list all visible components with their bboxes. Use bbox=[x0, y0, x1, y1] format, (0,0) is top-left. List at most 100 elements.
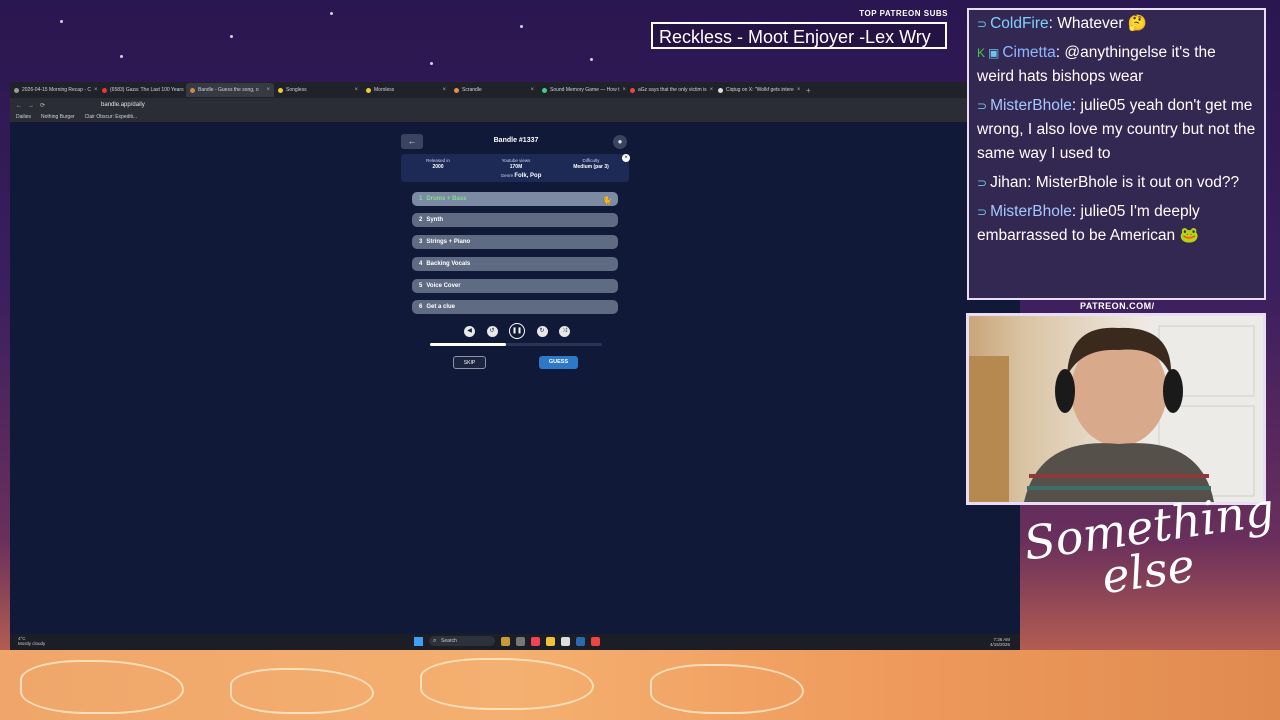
playback-progress-bar[interactable] bbox=[430, 343, 602, 346]
close-icon[interactable]: × bbox=[94, 87, 98, 93]
shuffle-icon[interactable]: ⤨ bbox=[559, 325, 570, 337]
cat-icon: 🐈 bbox=[602, 196, 612, 205]
guess-button[interactable]: GUESS bbox=[539, 356, 578, 369]
previous-icon[interactable]: ◀ bbox=[464, 325, 475, 337]
chat-message: ⊃ MisterBhole: julie05 yeah don't get me … bbox=[977, 97, 1256, 162]
chat-message: ⊃ ColdFire: Whatever 🤔 bbox=[977, 15, 1148, 32]
difficulty-value: Medium (par 3) bbox=[573, 164, 609, 170]
tab-label: 2026-04-15 Morning Recap - C bbox=[22, 87, 91, 93]
browser-tab[interactable]: Scrandle × bbox=[450, 83, 538, 97]
clue-label: Synth bbox=[426, 217, 444, 223]
star bbox=[60, 20, 63, 23]
badge-icon: ⊃ bbox=[977, 176, 988, 190]
close-icon[interactable]: × bbox=[266, 87, 270, 93]
playback-controls: ◀ ↺ ❚❚ ↻ ⤨ bbox=[464, 323, 570, 339]
close-icon[interactable]: × bbox=[710, 87, 714, 93]
clue-row-5[interactable]: 5 Voice Cover bbox=[412, 279, 618, 293]
pause-icon[interactable]: ❚❚ bbox=[509, 323, 525, 339]
bandle-header: ← Bandle #1337 ● bbox=[401, 134, 631, 151]
task-view-icon[interactable] bbox=[516, 636, 525, 646]
bookmark-item[interactable]: Nothing Burger bbox=[41, 114, 75, 120]
badge-icon: ⊃ bbox=[977, 17, 988, 31]
clue-number: 4 bbox=[419, 261, 423, 267]
chat-message: ⊃ MisterBhole: julie05 I'm deeply embarra… bbox=[977, 203, 1200, 244]
ground-crack bbox=[420, 658, 594, 710]
browser-tab[interactable]: (6583) Gaza: The Last 100 Years× bbox=[98, 83, 186, 97]
search-placeholder: Search bbox=[441, 638, 457, 644]
system-tray[interactable]: 7:36 AM 4/15/2026 bbox=[990, 637, 1010, 647]
browser-tab[interactable]: 2026-04-15 Morning Recap - C × bbox=[10, 83, 98, 97]
forward-icon[interactable]: ↻ bbox=[536, 325, 548, 337]
tab-label: Songless bbox=[286, 87, 307, 93]
app-icon[interactable] bbox=[501, 636, 510, 646]
tab-label: Bandle - Guess the song, o bbox=[198, 87, 259, 93]
weather-widget[interactable]: 4°C Mostly cloudy bbox=[18, 636, 45, 646]
tab-label: Ciqtug on X: "Wolkf gets intere bbox=[726, 87, 794, 93]
clue-label: Strings + Piano bbox=[426, 239, 471, 245]
tab-favicon-icon bbox=[14, 87, 19, 93]
emote-icon: 🤔 bbox=[1127, 15, 1148, 32]
desert-ground bbox=[0, 650, 1280, 720]
browser-tab[interactable]: Songless × bbox=[274, 83, 362, 97]
new-tab-icon[interactable]: + bbox=[806, 86, 811, 95]
rewind-icon[interactable]: ↺ bbox=[486, 325, 498, 337]
close-icon[interactable]: × bbox=[797, 87, 801, 93]
badge-icon: ⊃ bbox=[977, 205, 988, 219]
clue-row-6[interactable]: 6 Get a clue bbox=[412, 300, 618, 314]
released-label: Released in bbox=[426, 158, 450, 163]
back-arrow-icon[interactable]: ← bbox=[401, 134, 423, 149]
browser-icon[interactable] bbox=[531, 636, 540, 646]
browser-tab[interactable]: Ciqtug on X: "Wolkf gets intere × bbox=[714, 83, 802, 97]
chat-text: MisterBhole is it out on vod?? bbox=[1031, 174, 1240, 191]
file-explorer-icon[interactable] bbox=[546, 636, 555, 646]
genre-label: Genre bbox=[500, 173, 514, 178]
obs-icon[interactable] bbox=[591, 636, 600, 646]
navigation-icons[interactable]: ←→⟳ bbox=[16, 102, 51, 109]
chat-message: K ▣ Cimetta: @anythingelse it's the weird … bbox=[977, 44, 1216, 85]
clue-row-1[interactable]: 1 Drums + Bass 🐈 bbox=[412, 192, 618, 206]
clue-label: Voice Cover bbox=[426, 283, 461, 289]
clue-label: Get a clue bbox=[426, 304, 456, 310]
views-value: 170M bbox=[509, 164, 523, 170]
app-icon[interactable] bbox=[561, 636, 570, 646]
tab-label: (6583) Gaza: The Last 100 Years bbox=[110, 87, 184, 93]
profile-icon[interactable]: ● bbox=[613, 135, 627, 149]
steam-icon[interactable] bbox=[576, 636, 585, 646]
song-info-box: Released in 2000 Youtube views 170M Diff… bbox=[401, 154, 629, 182]
tab-favicon-icon bbox=[190, 87, 195, 93]
clue-number: 1 bbox=[419, 196, 423, 202]
chat-message: ⊃ Jihan: MisterBhole is it out on vod?? bbox=[977, 174, 1240, 191]
windows-taskbar: 4°C Mostly cloudy ⌕ Search 7:36 AM 4/15/2… bbox=[10, 634, 1020, 650]
tab-label: Sound Memory Game — How t bbox=[550, 87, 620, 93]
ground-crack bbox=[650, 664, 804, 714]
close-icon[interactable]: × bbox=[354, 87, 358, 93]
url-field[interactable]: bandle.app/daily bbox=[101, 102, 145, 108]
browser-tab-bar: 2026-04-15 Morning Recap - C × (6583) Gaz… bbox=[10, 82, 1020, 98]
close-icon[interactable]: × bbox=[622, 154, 630, 162]
clue-number: 3 bbox=[419, 239, 423, 245]
views-label: Youtube views bbox=[501, 158, 531, 163]
close-icon[interactable]: × bbox=[442, 87, 446, 93]
clue-row-3[interactable]: 3 Strings + Piano bbox=[412, 235, 618, 249]
chat-username: Jihan bbox=[990, 174, 1028, 191]
star bbox=[590, 58, 593, 61]
bookmark-item[interactable]: Clair Obscur: Expediti... bbox=[85, 114, 138, 120]
clue-row-2[interactable]: 2 Synth bbox=[412, 213, 618, 227]
browser-tab[interactable]: aGz says that the only victim is × bbox=[626, 83, 714, 97]
badge-icon: ▣ bbox=[988, 46, 1000, 60]
taskbar-search[interactable]: ⌕ Search bbox=[429, 636, 495, 646]
bandle-page: ← Bandle #1337 ● Released in 2000 Youtub… bbox=[10, 122, 1020, 634]
playback-progress-fill bbox=[430, 343, 506, 346]
browser-tab-active[interactable]: Bandle - Guess the song, o × bbox=[186, 83, 274, 97]
x-icon bbox=[718, 87, 723, 93]
browser-tab[interactable]: Sound Memory Game — How t × bbox=[538, 83, 626, 97]
windows-start-icon[interactable] bbox=[414, 636, 423, 646]
address-bar: ←→⟳ bandle.app/daily ⧉☆● bbox=[10, 98, 1020, 112]
bookmark-item[interactable]: Dailies bbox=[16, 114, 31, 120]
browser-tab[interactable]: Moroless × bbox=[362, 83, 450, 97]
difficulty-info: Difficulty Medium (par 3) bbox=[561, 158, 621, 170]
skip-button[interactable]: SKIP bbox=[453, 356, 486, 369]
emote-icon: 🐸 bbox=[1179, 227, 1199, 244]
clue-row-4[interactable]: 4 Backing Vocals bbox=[412, 257, 618, 271]
close-icon[interactable]: × bbox=[530, 87, 534, 93]
